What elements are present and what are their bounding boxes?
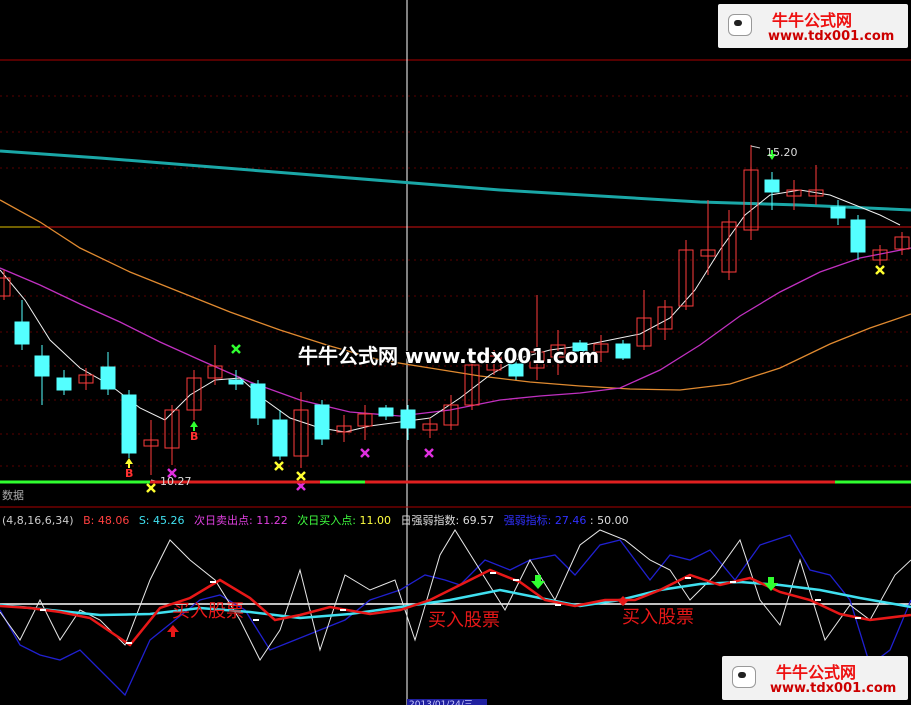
high-price-label: 15.20 (766, 146, 798, 159)
cow-icon (728, 14, 752, 36)
cow-icon (732, 666, 756, 688)
sell-arrow-1 (531, 575, 545, 589)
panel-label: 数据 (2, 489, 24, 502)
mid-value: : 50.00 (589, 514, 629, 527)
sell-value: 11.22 (256, 514, 288, 527)
brand-url: www.tdx001.com (768, 29, 895, 44)
brand-url: www.tdx001.com (770, 681, 897, 696)
ref-label: 强弱指标: (503, 514, 552, 527)
brand-logo-top: 牛牛公式网 www.tdx001.com (718, 4, 908, 48)
brand-logo-bottom: 牛牛公式网 www.tdx001.com (722, 656, 908, 700)
b-value: 48.06 (97, 514, 130, 527)
buy-mark-2: B (190, 430, 199, 443)
ref-value: 27.46 (554, 514, 587, 527)
buy-arrow-ind (167, 625, 179, 637)
b-label: B: (83, 514, 95, 527)
buy-label: 次日买入点: (297, 514, 356, 527)
buy-annotation-1: 买入股票 (172, 601, 244, 622)
brand-title: 牛牛公式网 (772, 11, 853, 30)
brand-title: 牛牛公式网 (776, 663, 857, 682)
bottom-date-label: 2013/01/24/三 (409, 700, 473, 705)
buy-mark-1: B (125, 467, 134, 480)
indicator-params: (4,8,16,6,34) (2, 514, 74, 527)
s-label: S: (138, 514, 150, 527)
center-watermark: 牛牛公式网 www.tdx001.com (298, 344, 600, 368)
strength-label: 日强弱指数: (400, 514, 460, 527)
s-value: 45.26 (153, 514, 185, 527)
buy-annotation-2: 买入股票 (428, 610, 500, 631)
sell-label: 次日卖出点: (194, 514, 253, 527)
indicator-header: (4,8,16,6,34) B: 48.06 S: 45.26 次日卖出点: 1… (2, 512, 629, 528)
buy-value: 11.00 (359, 514, 391, 527)
buy-annotation-3: 买入股票 (622, 607, 694, 628)
strength-value: 69.57 (462, 514, 495, 527)
low-price-label: 10.27 (160, 475, 192, 488)
